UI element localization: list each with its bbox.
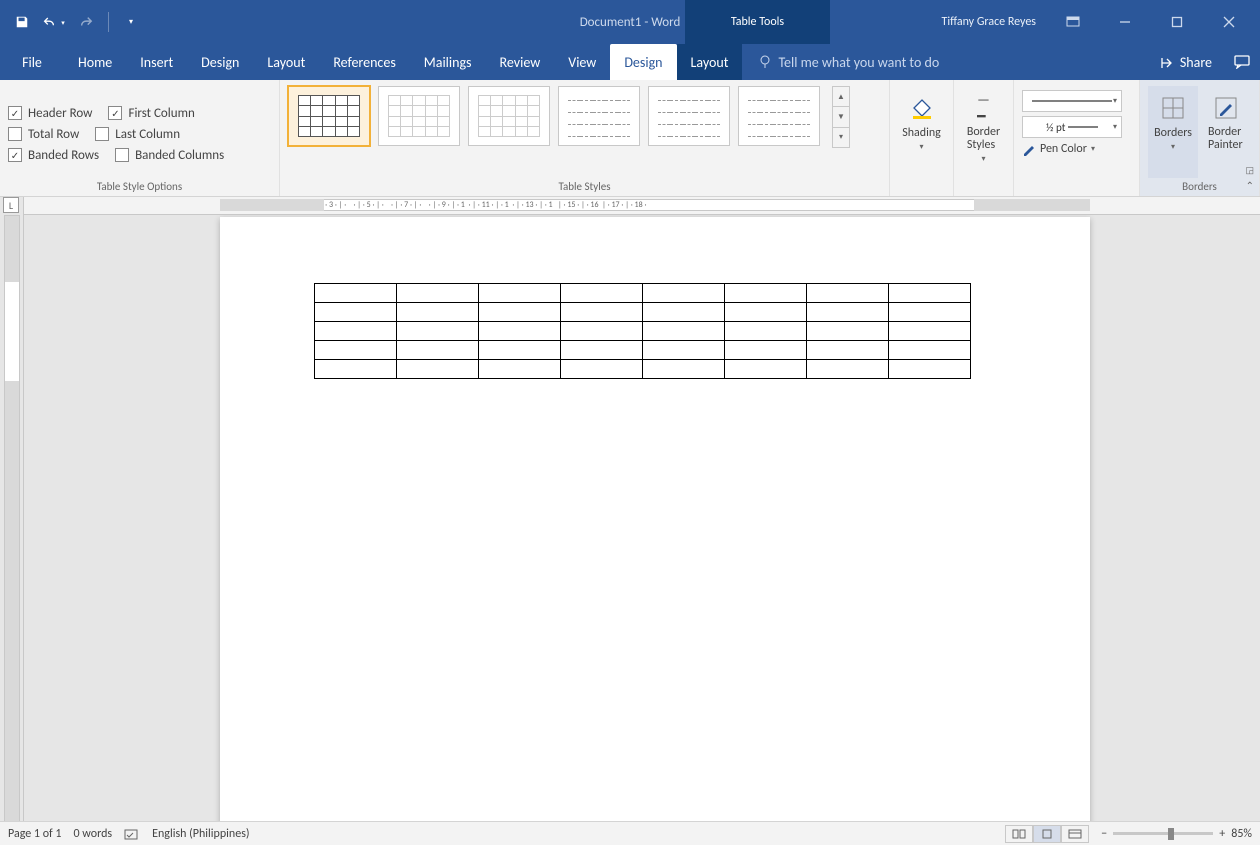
- save-button[interactable]: [8, 8, 36, 36]
- checkbox-total-row[interactable]: Total Row: [8, 127, 79, 142]
- borders-icon: [1157, 92, 1189, 124]
- status-word-count[interactable]: 0 words: [74, 827, 113, 841]
- spellcheck-icon[interactable]: [124, 827, 140, 841]
- comments-button[interactable]: [1224, 44, 1260, 80]
- gallery-expand[interactable]: ▾: [833, 128, 849, 147]
- checkbox-first-column[interactable]: First Column: [108, 106, 194, 121]
- collapse-ribbon-icon[interactable]: ⌃: [1246, 179, 1254, 192]
- painter-icon: [1210, 92, 1242, 124]
- tab-review[interactable]: Review: [486, 44, 555, 80]
- close-button[interactable]: [1206, 8, 1252, 36]
- ribbon-tabs: File Home Insert Design Layout Reference…: [0, 44, 1260, 80]
- minimize-button[interactable]: [1102, 8, 1148, 36]
- table-styles-scroll: ▲ ▼ ▾: [832, 86, 850, 148]
- zoom-in-button[interactable]: +: [1219, 827, 1225, 841]
- redo-button[interactable]: [72, 8, 100, 36]
- pen-weight-dropdown[interactable]: ½ pt: [1022, 116, 1122, 138]
- tab-table-layout[interactable]: Layout: [677, 44, 743, 80]
- tab-view[interactable]: View: [554, 44, 610, 80]
- document-area[interactable]: [24, 215, 1260, 821]
- qat-customize[interactable]: ▾: [117, 8, 145, 36]
- group-table-style-options: Header Row First Column Total Row Last C…: [0, 80, 280, 196]
- group-pen: ½ pt Pen Color ▾: [1014, 80, 1140, 196]
- zoom-level[interactable]: 85%: [1231, 827, 1252, 841]
- web-layout-button[interactable]: [1061, 825, 1089, 843]
- checkbox-banded-columns[interactable]: Banded Columns: [115, 148, 224, 163]
- tab-design[interactable]: Design: [187, 44, 253, 80]
- group-label: Table Style Options: [0, 178, 279, 196]
- dialog-launcher-icon[interactable]: ◲: [1245, 165, 1254, 176]
- zoom-out-button[interactable]: −: [1101, 827, 1107, 841]
- ribbon-display-options[interactable]: [1050, 8, 1096, 36]
- checkbox-banded-rows[interactable]: Banded Rows: [8, 148, 99, 163]
- gallery-scroll-down[interactable]: ▼: [833, 107, 849, 127]
- tab-mailings[interactable]: Mailings: [410, 44, 486, 80]
- tab-home[interactable]: Home: [64, 44, 126, 80]
- lightbulb-icon: [758, 55, 772, 69]
- bucket-icon: [906, 92, 938, 124]
- vertical-ruler: L: [0, 197, 24, 821]
- pen-icon: [1022, 142, 1036, 156]
- share-button[interactable]: Share: [1148, 44, 1224, 80]
- table-style-thumb[interactable]: [648, 86, 730, 146]
- tab-insert[interactable]: Insert: [126, 44, 187, 80]
- quick-access-toolbar: ▾ ▾: [0, 8, 145, 36]
- zoom-control: − + 85%: [1101, 827, 1252, 841]
- user-name: Tiffany Grace Reyes: [941, 15, 1036, 29]
- tab-references[interactable]: References: [319, 44, 409, 80]
- document-table[interactable]: [314, 283, 971, 379]
- group-label: Table Styles: [280, 178, 889, 196]
- maximize-button[interactable]: [1154, 8, 1200, 36]
- gallery-scroll-up[interactable]: ▲: [833, 87, 849, 107]
- border-painter-button[interactable]: Border Painter: [1200, 86, 1251, 178]
- table-tools-contextual-label: Table Tools: [685, 0, 830, 44]
- group-table-styles: ▲ ▼ ▾ Table Styles: [280, 80, 890, 196]
- horizontal-ruler: · 2 · | · 1 · | · · | · 1 · | · · | · 3 …: [24, 197, 1260, 215]
- tab-file[interactable]: File: [0, 44, 64, 80]
- share-icon: [1160, 55, 1174, 69]
- status-page[interactable]: Page 1 of 1: [8, 827, 62, 841]
- zoom-slider[interactable]: [1113, 832, 1213, 835]
- border-styles-button[interactable]: —━ Border Styles ▾: [959, 86, 1008, 178]
- read-mode-button[interactable]: [1005, 825, 1033, 843]
- checkbox-header-row[interactable]: Header Row: [8, 106, 92, 121]
- table-style-thumb[interactable]: [738, 86, 820, 146]
- status-language[interactable]: English (Philippines): [152, 827, 249, 841]
- user-area: Tiffany Grace Reyes: [941, 0, 1260, 44]
- table-style-thumb[interactable]: [378, 86, 460, 146]
- tell-me-search[interactable]: Tell me what you want to do: [742, 44, 1147, 80]
- tab-layout[interactable]: Layout: [253, 44, 319, 80]
- workspace: L · 2 · | · 1 · | · · | · 1 · | · · | · …: [0, 197, 1260, 821]
- title-bar: ▾ ▾ Document1 - Word Table Tools Tiffany…: [0, 0, 1260, 44]
- status-bar: Page 1 of 1 0 words English (Philippines…: [0, 821, 1260, 845]
- group-shading: Shading ▾: [890, 80, 954, 196]
- print-layout-button[interactable]: [1033, 825, 1061, 843]
- tab-table-design[interactable]: Design: [610, 44, 676, 80]
- ribbon-body: Header Row First Column Total Row Last C…: [0, 80, 1260, 197]
- undo-button[interactable]: ▾: [40, 8, 68, 36]
- group-label: Borders: [1140, 178, 1259, 196]
- pen-style-dropdown[interactable]: [1022, 90, 1122, 112]
- table-style-thumb[interactable]: [288, 86, 370, 146]
- view-buttons: [1005, 825, 1089, 843]
- border-styles-icon: —━: [968, 92, 1000, 124]
- table-style-thumb[interactable]: [468, 86, 550, 146]
- table-style-thumb[interactable]: [558, 86, 640, 146]
- group-borders: Borders ▾ Border Painter Borders ◲: [1140, 80, 1260, 196]
- tab-selector[interactable]: L: [3, 197, 19, 213]
- page: [220, 217, 1090, 821]
- group-border-styles: —━ Border Styles ▾: [954, 80, 1014, 196]
- pen-color-dropdown[interactable]: Pen Color ▾: [1022, 142, 1095, 156]
- borders-button[interactable]: Borders ▾: [1148, 86, 1198, 178]
- shading-button[interactable]: Shading ▾: [894, 86, 949, 178]
- checkbox-last-column[interactable]: Last Column: [95, 127, 180, 142]
